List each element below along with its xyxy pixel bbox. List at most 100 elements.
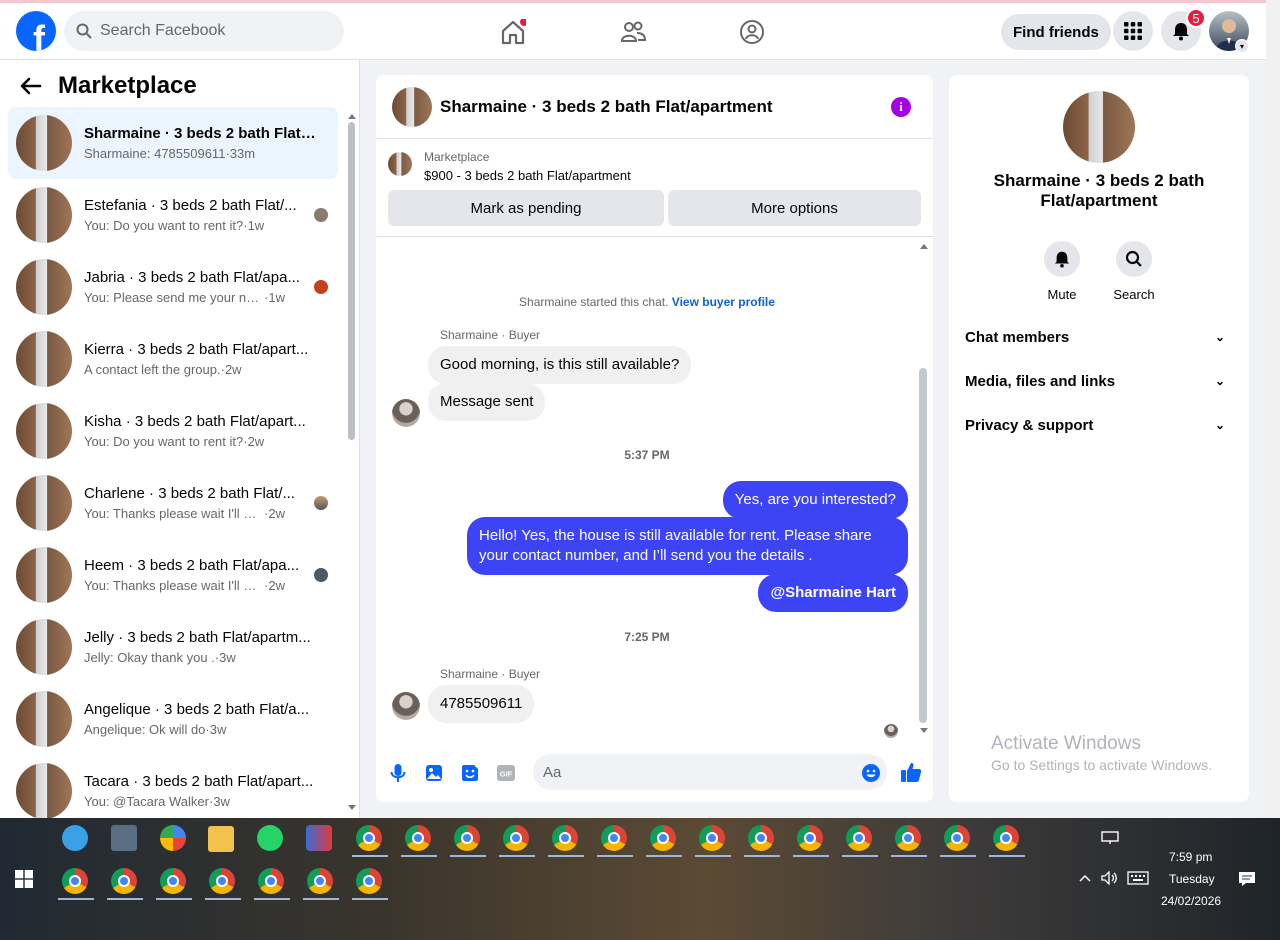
- volume-icon[interactable]: [1101, 871, 1119, 885]
- running-indicator: [352, 855, 388, 857]
- chrome-icon[interactable]: [454, 825, 480, 851]
- chat-profile-image[interactable]: [1063, 91, 1135, 163]
- file-explorer-icon[interactable]: [208, 826, 234, 852]
- app-icon[interactable]: [306, 825, 332, 851]
- page-scrollbar[interactable]: [1266, 0, 1280, 818]
- facebook-logo[interactable]: f: [16, 11, 56, 51]
- conversation-time: 3w: [213, 794, 230, 809]
- conversation-item[interactable]: Sharmaine · 3 beds 2 bath Flat/a... Sharm…: [8, 107, 338, 179]
- account-chevron-icon[interactable]: ▾: [1235, 39, 1249, 53]
- chrome-icon[interactable]: [699, 825, 725, 851]
- conversation-title: Kisha · 3 beds 2 bath Flat/apart...: [84, 413, 306, 430]
- chrome-icon[interactable]: [111, 868, 137, 894]
- network-icon[interactable]: [1101, 831, 1119, 845]
- chrome-icon[interactable]: [650, 825, 676, 851]
- action-center-icon[interactable]: [1238, 871, 1256, 887]
- back-arrow-icon[interactable]: [20, 77, 42, 95]
- chrome-icon[interactable]: [748, 825, 774, 851]
- tray-chevron-up-icon[interactable]: [1078, 873, 1092, 883]
- emoji-icon[interactable]: [861, 763, 881, 783]
- sidebar-title: Marketplace: [58, 72, 197, 99]
- scroll-down-icon[interactable]: [347, 804, 357, 812]
- conversation-title: Kierra · 3 beds 2 bath Flat/apart...: [84, 341, 309, 358]
- incoming-message[interactable]: Good morning, is this still available?: [428, 346, 692, 384]
- google-icon[interactable]: [160, 825, 186, 851]
- listing-small-thumbnail[interactable]: [388, 152, 412, 176]
- search-action[interactable]: Search: [1104, 241, 1164, 302]
- chat-scroll-down-icon[interactable]: [919, 727, 929, 735]
- clock-day[interactable]: Tuesday: [1169, 872, 1215, 886]
- more-options-button[interactable]: More options: [668, 190, 921, 226]
- chrome-icon[interactable]: [160, 868, 186, 894]
- menu-button[interactable]: [1113, 11, 1153, 51]
- scroll-up-icon[interactable]: [347, 112, 357, 120]
- conversation-item[interactable]: Angelique · 3 beds 2 bath Flat/a... Angel…: [8, 683, 338, 755]
- chrome-icon[interactable]: [993, 825, 1019, 851]
- chrome-icon[interactable]: [846, 825, 872, 851]
- chrome-icon[interactable]: [258, 868, 284, 894]
- conversation-item[interactable]: Estefania · 3 beds 2 bath Flat/... You: D…: [8, 179, 338, 251]
- conversation-item[interactable]: Heem · 3 beds 2 bath Flat/apa... You: Tha…: [8, 539, 338, 611]
- groups-icon[interactable]: [739, 19, 765, 45]
- conversation-item[interactable]: Kisha · 3 beds 2 bath Flat/apart... You: …: [8, 395, 338, 467]
- conversation-item[interactable]: Charlene · 3 beds 2 bath Flat/... You: Th…: [8, 467, 338, 539]
- incoming-message[interactable]: 4785509611: [428, 685, 535, 723]
- outgoing-mention-message[interactable]: @Sharmaine Hart: [758, 574, 908, 612]
- incoming-message[interactable]: Message sent: [428, 383, 546, 421]
- sender-avatar[interactable]: [392, 692, 420, 720]
- mute-action[interactable]: Mute: [1032, 241, 1092, 302]
- thumbs-up-icon[interactable]: [900, 761, 922, 783]
- chat-scroll-up-icon[interactable]: [919, 242, 929, 250]
- home-icon[interactable]: [500, 19, 526, 45]
- search-input[interactable]: [100, 22, 320, 40]
- outgoing-message[interactable]: Hello! Yes, the house is still available…: [467, 517, 908, 575]
- calculator-icon[interactable]: [111, 825, 137, 851]
- mark-as-pending-button[interactable]: Mark as pending: [388, 190, 664, 226]
- info-icon[interactable]: i: [891, 97, 911, 117]
- conversation-title: Sharmaine · 3 beds 2 bath Flat/a...: [84, 125, 316, 142]
- outgoing-message[interactable]: Yes, are you interested?: [722, 481, 908, 519]
- photo-icon[interactable]: [424, 763, 444, 783]
- gif-icon[interactable]: GIF: [496, 763, 516, 783]
- microphone-icon[interactable]: [388, 763, 408, 783]
- media-files-links-section[interactable]: Media, files and links ⌄: [965, 361, 1233, 401]
- conversation-item[interactable]: Jabria · 3 beds 2 bath Flat/apa... You: P…: [8, 251, 338, 323]
- clock-date[interactable]: 24/02/2026: [1161, 894, 1221, 908]
- whatsapp-icon[interactable]: [257, 825, 283, 851]
- conversation-item[interactable]: Tacara · 3 beds 2 bath Flat/apart... You:…: [8, 755, 338, 818]
- find-friends-button[interactable]: Find friends: [1001, 14, 1111, 50]
- chrome-icon[interactable]: [944, 825, 970, 851]
- chrome-icon[interactable]: [797, 825, 823, 851]
- message-input[interactable]: [533, 754, 887, 790]
- privacy-support-section[interactable]: Privacy & support ⌄: [965, 405, 1233, 445]
- search-box[interactable]: [64, 11, 344, 51]
- chrome-icon[interactable]: [209, 868, 235, 894]
- chrome-icon[interactable]: [62, 868, 88, 894]
- keyboard-icon[interactable]: [1127, 871, 1149, 885]
- sidebar-scrollbar-thumb[interactable]: [348, 122, 355, 440]
- chrome-icon[interactable]: [405, 825, 431, 851]
- view-buyer-profile-link[interactable]: View buyer profile: [672, 295, 775, 309]
- chat-members-section[interactable]: Chat members ⌄: [965, 317, 1233, 357]
- chrome-icon[interactable]: [601, 825, 627, 851]
- chrome-icon[interactable]: [503, 825, 529, 851]
- conversation-time: 1w: [268, 290, 285, 305]
- sender-avatar[interactable]: [392, 399, 420, 427]
- friends-icon[interactable]: [620, 19, 646, 45]
- sticker-icon[interactable]: [460, 763, 480, 783]
- listing-price-title[interactable]: $900 - 3 beds 2 bath Flat/apartment: [424, 168, 631, 183]
- chrome-icon[interactable]: [895, 825, 921, 851]
- windows-start-icon[interactable]: [15, 870, 33, 888]
- conversation-item[interactable]: Kierra · 3 beds 2 bath Flat/apart... A co…: [8, 323, 338, 395]
- chat-scrollbar-thumb[interactable]: [919, 368, 927, 723]
- chat-title[interactable]: Sharmaine · 3 beds 2 bath Flat/apartment: [440, 97, 773, 117]
- conversation-item[interactable]: Jelly · 3 beds 2 bath Flat/apartm... Jell…: [8, 611, 338, 683]
- chrome-icon[interactable]: [307, 868, 333, 894]
- chrome-icon[interactable]: [552, 825, 578, 851]
- app-icon[interactable]: [62, 825, 88, 851]
- clock-time[interactable]: 7:59 pm: [1169, 850, 1212, 864]
- chrome-icon[interactable]: [356, 868, 382, 894]
- chat-listing-thumbnail[interactable]: [392, 86, 432, 127]
- chrome-icon[interactable]: [356, 825, 382, 851]
- seen-avatar: [314, 280, 328, 294]
